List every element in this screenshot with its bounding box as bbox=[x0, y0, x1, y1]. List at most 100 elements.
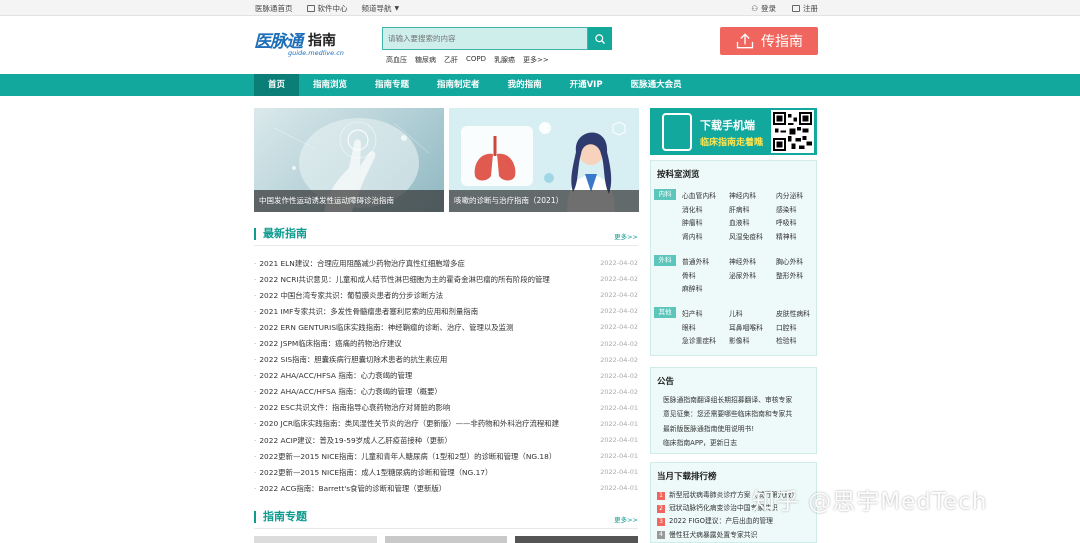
department-link[interactable]: 皮肤性病科 bbox=[776, 308, 823, 318]
department-link[interactable]: 精神科 bbox=[776, 231, 823, 241]
topics-header: 指南专题 更多>> bbox=[254, 509, 638, 529]
latest-guides-list: 2021 ELN建议：合理应用阻酪减少药物治疗真性红细胞增多症2022-04-0… bbox=[254, 255, 638, 496]
software-center-link[interactable]: 软件中心 bbox=[306, 3, 348, 14]
chevron-down-icon: ▼ bbox=[394, 5, 400, 12]
channel-nav-dropdown[interactable]: 频道导航 ▼ bbox=[362, 3, 400, 14]
notice-item[interactable]: 临床指南APP，更新日志 bbox=[651, 436, 816, 450]
department-browse-title: 按科室浏览 bbox=[657, 170, 700, 180]
topic-thumbnail[interactable] bbox=[254, 536, 377, 543]
nav-vip[interactable]: 开通VIP bbox=[556, 74, 617, 96]
rank-number: 4 bbox=[657, 531, 665, 540]
department-link[interactable]: 儿科 bbox=[729, 308, 776, 318]
hot-keywords-more[interactable]: 更多>> bbox=[523, 55, 549, 65]
banner-movement-disorder[interactable]: 中国发作性运动诱发性运动障碍诊治指南 bbox=[254, 108, 444, 212]
notice-panel: 公告 医脉通指南翻译组长期招募翻译、审核专家 意见征集：您还需要哪些临床指南和专… bbox=[650, 367, 817, 454]
list-item[interactable]: 2020 JCR临床实践指南：类风湿性关节炎的治疗（更新版）——非药物和外科治疗… bbox=[254, 416, 638, 432]
department-link[interactable]: 肿瘤科 bbox=[682, 217, 729, 227]
topics-more-link[interactable]: 更多>> bbox=[614, 514, 638, 524]
hot-keyword[interactable]: 乳腺癌 bbox=[494, 55, 515, 65]
logo-subtitle: guide.medlive.cn bbox=[288, 49, 344, 57]
list-item[interactable]: 2022 ACG指南：Barrett's食管的诊断和管理（更新版）2022-04… bbox=[254, 480, 638, 496]
banner-cough[interactable]: 咳嗽的诊断与治疗指南（2021） bbox=[449, 108, 639, 212]
list-item[interactable]: 2022更新—2015 NICE指南：成人1型糖尿病的诊断和管理（NG.17）2… bbox=[254, 464, 638, 480]
nav-my-guides[interactable]: 我的指南 bbox=[494, 74, 556, 96]
department-link[interactable]: 心血管内科 bbox=[682, 190, 729, 200]
list-item[interactable]: 2022 ACIP建议：普及19-59岁成人乙肝疫苗接种（更新）2022-04-… bbox=[254, 432, 638, 448]
department-link[interactable]: 消化科 bbox=[682, 204, 729, 214]
department-link[interactable]: 感染科 bbox=[776, 204, 823, 214]
list-item[interactable]: 2021 IMF专家共识：多发性骨髓瘤患者塞利尼索的应用和剂量指南2022-04… bbox=[254, 303, 638, 319]
department-link[interactable]: 骨科 bbox=[682, 270, 729, 280]
list-item[interactable]: 2021 ELN建议：合理应用阻酪减少药物治疗真性红细胞增多症2022-04-0… bbox=[254, 255, 638, 271]
search-button[interactable] bbox=[588, 27, 612, 50]
search-icon bbox=[595, 33, 605, 44]
department-link[interactable]: 眼科 bbox=[682, 322, 729, 332]
qr-code bbox=[771, 110, 814, 153]
upload-guide-label: 传指南 bbox=[761, 34, 803, 50]
list-item[interactable]: 2022 中国台湾专家共识：葡萄膜炎患者的分步诊断方法2022-04-02 bbox=[254, 287, 638, 303]
search-input[interactable] bbox=[382, 27, 588, 50]
latest-guides-more-link[interactable]: 更多>> bbox=[614, 231, 638, 241]
nav-browse[interactable]: 指南浏览 bbox=[299, 74, 361, 96]
list-item[interactable]: 2022更新—2015 NICE指南：儿童和青年人糖尿病（1型和2型）的诊断和管… bbox=[254, 448, 638, 464]
list-item[interactable]: 2022 JSPM临床指南：癌痛的药物治疗建议2022-04-02 bbox=[254, 335, 638, 351]
department-link[interactable]: 检验科 bbox=[776, 335, 823, 345]
medlive-home-link[interactable]: 医脉通首页 bbox=[255, 3, 293, 14]
hot-keyword[interactable]: COPD bbox=[466, 55, 486, 65]
banner-caption: 中国发作性运动诱发性运动障碍诊治指南 bbox=[254, 190, 444, 212]
department-link[interactable]: 整形外科 bbox=[776, 270, 823, 280]
app-download-title: 下载手机端 bbox=[700, 119, 755, 132]
department-link[interactable]: 影像科 bbox=[729, 335, 776, 345]
department-link[interactable]: 口腔科 bbox=[776, 322, 823, 332]
register-link[interactable]: 注册 bbox=[792, 3, 818, 14]
list-item[interactable]: 2022 ERN GENTURIS临床实践指南：神经鞘瘤的诊断、治疗、管理以及监… bbox=[254, 319, 638, 335]
department-link[interactable]: 呼吸科 bbox=[776, 217, 823, 227]
topic-thumbnail[interactable] bbox=[384, 536, 508, 543]
hot-keyword[interactable]: 乙肝 bbox=[444, 55, 458, 65]
department-link[interactable]: 泌尿外科 bbox=[729, 270, 776, 280]
login-link[interactable]: ⚇ 登录 bbox=[751, 3, 776, 14]
upload-icon bbox=[736, 33, 754, 49]
nav-home[interactable]: 首页 bbox=[254, 74, 300, 96]
rank-number: 2 bbox=[657, 504, 665, 513]
department-link[interactable]: 妇产科 bbox=[682, 308, 729, 318]
notice-item[interactable]: 最新版医脉通指南使用说明书! bbox=[651, 422, 816, 436]
top-bar: 医脉通首页 软件中心 频道导航 ▼ ⚇ 登录 注册 bbox=[0, 0, 1080, 16]
list-item[interactable]: 2022 AHA/ACC/HFSA 指南：心力衰竭的管理（概要）2022-04-… bbox=[254, 384, 638, 400]
hot-keyword[interactable]: 高血压 bbox=[386, 55, 407, 65]
ranking-item[interactable]: 3 2022 FIGO建议：产后出血的管理 bbox=[651, 515, 816, 528]
department-link[interactable]: 急诊重症科 bbox=[682, 335, 729, 345]
notice-item[interactable]: 医脉通指南翻译组长期招募翻译、审核专家 bbox=[651, 393, 816, 407]
logo-guide-text: 指南 bbox=[308, 33, 336, 49]
department-link[interactable]: 血液科 bbox=[729, 217, 776, 227]
list-item[interactable]: 2022 AHA/ACC/HFSA 指南：心力衰竭的管理2022-04-02 bbox=[254, 368, 638, 384]
notice-title: 公告 bbox=[657, 377, 675, 387]
department-link[interactable]: 内分泌科 bbox=[776, 190, 823, 200]
department-link[interactable]: 麻醉科 bbox=[682, 283, 729, 293]
notice-item[interactable]: 意见征集：您还需要哪些临床指南和专家共 bbox=[651, 407, 816, 421]
department-link[interactable]: 胸心外科 bbox=[776, 256, 823, 266]
list-item[interactable]: 2022 NCRI共识意见：儿童和成人结节性淋巴细胞为主的霍奇金淋巴瘤的所有阶段… bbox=[254, 271, 638, 287]
department-link[interactable]: 肝病科 bbox=[729, 204, 776, 214]
banner-caption: 咳嗽的诊断与治疗指南（2021） bbox=[449, 190, 639, 212]
list-item[interactable]: 2022 SIS指南：胆囊疾病行胆囊切除术患者的抗生素应用2022-04-02 bbox=[254, 352, 638, 368]
department-link[interactable]: 普通外科 bbox=[682, 256, 729, 266]
topic-thumbnail[interactable] bbox=[515, 536, 639, 543]
nav-makers[interactable]: 指南制定者 bbox=[423, 74, 494, 96]
department-link[interactable]: 肾内科 bbox=[682, 231, 729, 241]
nav-membership[interactable]: 医脉通大会员 bbox=[617, 74, 696, 96]
department-link[interactable]: 耳鼻咽喉科 bbox=[729, 322, 776, 332]
department-link[interactable]: 风湿免疫科 bbox=[729, 231, 776, 241]
zhihu-watermark: 知乎 @思宇MedTech bbox=[752, 489, 988, 515]
search-box bbox=[382, 27, 612, 50]
nav-topics[interactable]: 指南专题 bbox=[361, 74, 423, 96]
app-download-slogan: 临床指南走着瞧 bbox=[700, 138, 764, 148]
department-link[interactable]: 神经外科 bbox=[729, 256, 776, 266]
department-link[interactable]: 神经内科 bbox=[729, 190, 776, 200]
list-item[interactable]: 2022 ESC共识文件：指南指导心衰药物治疗对肾脏的影响2022-04-01 bbox=[254, 400, 638, 416]
hot-keyword[interactable]: 糖尿病 bbox=[415, 55, 436, 65]
site-logo[interactable]: 医脉通 guide.medlive.cn 指南 bbox=[254, 27, 344, 57]
upload-guide-button[interactable]: 传指南 bbox=[720, 27, 818, 55]
app-download-banner[interactable]: 下载手机端 临床指南走着瞧 bbox=[650, 108, 817, 155]
ranking-item[interactable]: 4 慢性狂犬病暴露处置专家共识 bbox=[651, 529, 816, 542]
